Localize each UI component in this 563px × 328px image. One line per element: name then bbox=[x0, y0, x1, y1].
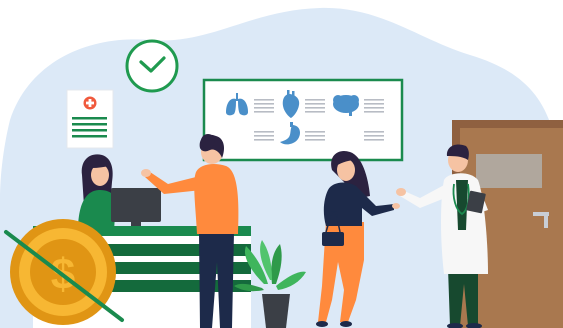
medical-note bbox=[66, 89, 114, 149]
medical-cross-icon bbox=[83, 96, 97, 110]
anatomy-board bbox=[202, 78, 404, 162]
clock-icon bbox=[125, 39, 179, 93]
clinic-illustration: $ bbox=[0, 7, 563, 328]
